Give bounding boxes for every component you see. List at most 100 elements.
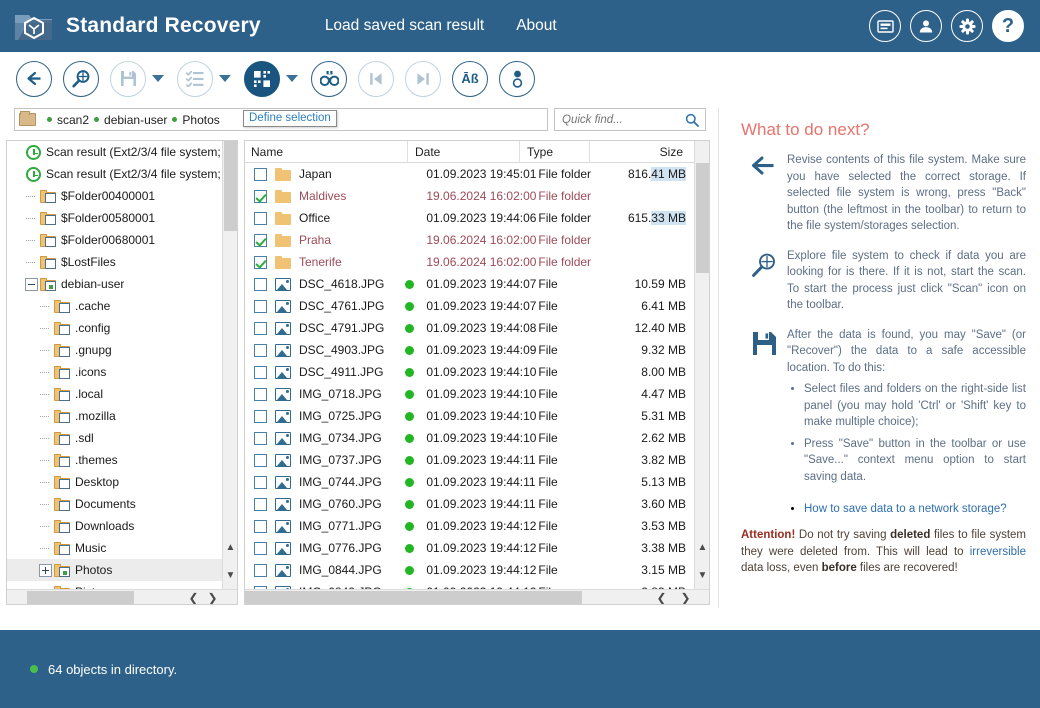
list-horizontal-scrollbar[interactable]: ❮ ❯	[245, 589, 709, 604]
tree-item-desktop[interactable]: Desktop	[7, 471, 223, 493]
back-button[interactable]	[16, 60, 52, 97]
text-encoding-ab-icon[interactable]: Āß	[452, 60, 488, 97]
breadcrumb-segment-scan2[interactable]: scan2	[57, 113, 89, 127]
save-dropdown-caret[interactable]	[152, 75, 164, 82]
tree-hscroll-thumb[interactable]	[27, 591, 134, 604]
row-checkbox[interactable]	[254, 387, 267, 401]
list-scroll-down-arrow[interactable]: ▼	[695, 567, 709, 583]
tree-item-cache[interactable]: .cache	[7, 295, 223, 317]
list-vertical-scrollbar[interactable]: ▲ ▼	[694, 141, 709, 589]
tree-item-folder00680001[interactable]: $Folder00680001	[7, 229, 223, 251]
column-header-size[interactable]: Size	[589, 141, 691, 163]
tree-scroll-down-arrow[interactable]: ▼	[223, 567, 237, 583]
column-header-type[interactable]: Type	[519, 141, 589, 163]
define-selection-dropdown-caret[interactable]	[286, 75, 298, 82]
selection-list-button[interactable]	[177, 60, 213, 97]
tree-item-themes[interactable]: .themes	[7, 449, 223, 471]
previous-button[interactable]	[358, 60, 394, 97]
folder-tree-panel[interactable]: Scan result (Ext2/3/4 file system; 4.84 …	[6, 140, 238, 605]
find-button[interactable]	[311, 60, 347, 97]
table-row[interactable]: IMG_0734.JPG 01.09.2023 19:44:10 File 2.62 …	[245, 427, 694, 449]
row-checkbox[interactable]	[254, 277, 267, 291]
row-checkbox[interactable]	[254, 541, 267, 555]
table-row[interactable]: DSC_4618.JPG 01.09.2023 19:44:07 File 10.59…	[245, 273, 694, 295]
breadcrumb-segment-photos[interactable]: Photos	[182, 113, 219, 127]
list-scroll-right-arrow[interactable]: ❯	[677, 590, 694, 605]
search-input[interactable]	[560, 112, 678, 127]
tree-item-folder00400001[interactable]: $Folder00400001	[7, 185, 223, 207]
table-row[interactable]: Office 01.09.2023 19:44:06 File folder 615.…	[245, 207, 694, 229]
column-header-date[interactable]: Date	[407, 141, 519, 163]
tree-item-photos[interactable]: Photos	[7, 559, 223, 581]
search-icon[interactable]	[685, 113, 699, 127]
list-scroll-left-arrow[interactable]: ❮	[653, 590, 670, 605]
tree-expand-plus-icon[interactable]	[39, 563, 52, 577]
load-saved-scan-result-link[interactable]: Load saved scan result	[325, 17, 484, 35]
row-checkbox[interactable]	[254, 167, 267, 181]
tree-item-scan-result-ext2-3-4-file-system-12-53[interactable]: Scan result (Ext2/3/4 file system; 12.53	[7, 163, 223, 185]
define-selection-button[interactable]	[244, 60, 280, 97]
tree-item-folder00580001[interactable]: $Folder00580001	[7, 207, 223, 229]
row-checkbox[interactable]	[254, 431, 267, 445]
tree-item-sdl[interactable]: .sdl	[7, 427, 223, 449]
next-button[interactable]	[405, 60, 441, 97]
row-checkbox[interactable]	[254, 365, 267, 379]
person-icon[interactable]	[499, 60, 535, 97]
tree-item-icons[interactable]: .icons	[7, 361, 223, 383]
scan-button[interactable]	[63, 60, 99, 97]
row-checkbox[interactable]	[254, 321, 267, 335]
row-checkbox[interactable]	[254, 475, 267, 489]
tree-item-scan-result-ext2-3-4-file-system-4-84-g[interactable]: Scan result (Ext2/3/4 file system; 4.84 …	[7, 141, 223, 163]
selection-list-dropdown-caret[interactable]	[219, 75, 231, 82]
tree-scroll-up-arrow[interactable]: ▲	[223, 539, 237, 555]
list-scroll-up-arrow[interactable]: ▲	[695, 539, 709, 555]
tree-scroll-left-arrow[interactable]: ❮	[185, 590, 202, 605]
table-row[interactable]: IMG_0776.JPG 01.09.2023 19:44:12 File 3.38 …	[245, 537, 694, 559]
tree-item-debian-user[interactable]: debian-user	[7, 273, 223, 295]
row-checkbox[interactable]	[254, 189, 267, 203]
tree-item-lostfiles[interactable]: $LostFiles	[7, 251, 223, 273]
settings-gear-icon[interactable]	[951, 10, 983, 42]
row-checkbox[interactable]	[254, 563, 267, 577]
row-checkbox[interactable]	[254, 453, 267, 467]
table-row[interactable]: IMG_0771.JPG 01.09.2023 19:44:12 File 3.53 …	[245, 515, 694, 537]
tree-item-music[interactable]: Music	[7, 537, 223, 559]
table-row[interactable]: Japan 01.09.2023 19:45:01 File folder 816.4…	[245, 163, 694, 185]
tree-item-documents[interactable]: Documents	[7, 493, 223, 515]
tree-item-downloads[interactable]: Downloads	[7, 515, 223, 537]
table-row[interactable]: IMG_0718.JPG 01.09.2023 19:44:10 File 4.47 …	[245, 383, 694, 405]
row-checkbox[interactable]	[254, 519, 267, 533]
row-checkbox[interactable]	[254, 343, 267, 357]
help-question-icon[interactable]: ?	[992, 10, 1024, 42]
row-checkbox[interactable]	[254, 211, 267, 225]
table-row[interactable]: Maldives 19.06.2024 16:02:00 File folder	[245, 185, 694, 207]
table-row[interactable]: DSC_4761.JPG 01.09.2023 19:44:07 File 6.41 …	[245, 295, 694, 317]
table-row[interactable]: IMG_0744.JPG 01.09.2023 19:44:11 File 5.13 …	[245, 471, 694, 493]
table-row[interactable]: DSC_4911.JPG 01.09.2023 19:44:10 File 8.00 …	[245, 361, 694, 383]
news-card-icon[interactable]	[869, 10, 901, 42]
row-checkbox[interactable]	[254, 233, 267, 247]
tree-scroll-right-arrow[interactable]: ❯	[204, 590, 221, 605]
row-checkbox[interactable]	[254, 409, 267, 423]
tree-item-local[interactable]: .local	[7, 383, 223, 405]
table-row[interactable]: IMG_0737.JPG 01.09.2023 19:44:11 File 3.82 …	[245, 449, 694, 471]
tree-item-config[interactable]: .config	[7, 317, 223, 339]
table-row[interactable]: IMG_0760.JPG 01.09.2023 19:44:11 File 3.60 …	[245, 493, 694, 515]
tree-vscroll-thumb[interactable]	[224, 141, 237, 231]
save-button[interactable]	[110, 60, 146, 97]
column-header-name[interactable]: Name	[245, 141, 407, 163]
row-checkbox[interactable]	[254, 299, 267, 313]
table-row[interactable]: Praha 19.06.2024 16:02:00 File folder	[245, 229, 694, 251]
about-link[interactable]: About	[516, 17, 557, 35]
tree-horizontal-scrollbar[interactable]: ❮ ❯	[7, 589, 237, 604]
table-row[interactable]: IMG_0844.JPG 01.09.2023 19:44:12 File 3.15 …	[245, 559, 694, 581]
table-row[interactable]: IMG_0725.JPG 01.09.2023 19:44:10 File 5.31 …	[245, 405, 694, 427]
tree-vertical-scrollbar[interactable]: ▲ ▼	[222, 141, 237, 589]
tree-collapse-minus-icon[interactable]	[25, 277, 38, 291]
user-account-icon[interactable]	[910, 10, 942, 42]
list-hscroll-thumb[interactable]	[245, 591, 582, 604]
list-vscroll-thumb[interactable]	[696, 163, 709, 273]
table-row[interactable]: DSC_4791.JPG 01.09.2023 19:44:08 File 12.40…	[245, 317, 694, 339]
table-row[interactable]: Tenerife 19.06.2024 16:02:00 File folder	[245, 251, 694, 273]
file-list-panel[interactable]: Name Date Type Size Japan 01.09.2023 19:4…	[244, 140, 710, 605]
